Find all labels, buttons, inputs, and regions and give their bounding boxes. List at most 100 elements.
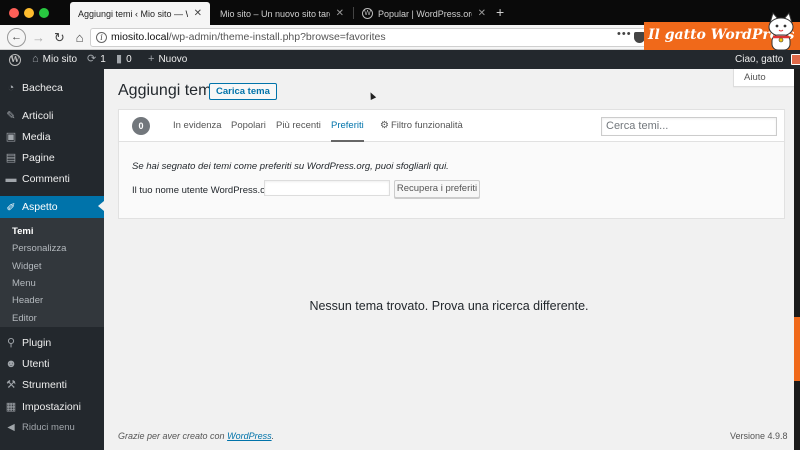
username-label: Il tuo nome utente WordPress.org: xyxy=(132,185,277,196)
sidebar-item-label: Articoli xyxy=(22,109,54,122)
users-icon: ☻ xyxy=(5,357,17,370)
new-tab-button[interactable]: + xyxy=(496,4,504,20)
sidebar-item-label: Utenti xyxy=(22,357,50,370)
fetch-favorites-button[interactable]: Recupera i preferiti xyxy=(394,180,480,198)
info-icon[interactable]: i xyxy=(96,32,107,43)
address-bar[interactable]: i miosito.local/wp-admin/theme-install.p… xyxy=(90,28,650,47)
upload-theme-button[interactable]: Carica tema xyxy=(209,83,277,100)
sidebar-item-users[interactable]: ☻ Utenti xyxy=(0,353,104,374)
sidebar-item-tools[interactable]: ⚒ Strumenti xyxy=(0,374,104,395)
sidebar-item-appearance[interactable]: ✐ Aspetto xyxy=(0,196,104,218)
favorites-panel: Se hai segnato dei temi come preferiti s… xyxy=(118,142,785,219)
window-close-button[interactable] xyxy=(9,8,19,18)
collapse-icon: ◀ xyxy=(7,421,15,433)
sidebar-item-label: Impostazioni xyxy=(22,400,81,413)
sidebar-item-dashboard[interactable]: ◔ Bacheca xyxy=(0,77,104,98)
tab-title: Mio sito – Un nuovo sito targato WordPre… xyxy=(220,8,330,19)
tab-featured[interactable]: In evidenza xyxy=(173,110,222,143)
submenu-item-themes[interactable]: Temi xyxy=(12,226,33,237)
settings-icon: ▦ xyxy=(5,401,17,413)
gear-icon: ⚙ xyxy=(380,120,389,131)
edge-accent xyxy=(794,317,800,381)
sidebar-item-pages[interactable]: ▤ Pagine xyxy=(0,147,104,168)
plugin-icon: ⚲ xyxy=(6,337,16,349)
username-input[interactable] xyxy=(264,180,390,196)
site-name-menu[interactable]: ⌂ Mio sito xyxy=(32,50,77,69)
close-icon[interactable]: ✕ xyxy=(336,8,344,19)
updates-menu[interactable]: ⟳ 1 xyxy=(87,50,106,69)
window-minimize-button[interactable] xyxy=(24,8,34,18)
sidebar-item-settings[interactable]: ▦ Impostazioni xyxy=(0,396,104,417)
submenu-item-editor[interactable]: Editor xyxy=(12,313,37,324)
footer-credits: Grazie per aver creato con WordPress. xyxy=(118,431,275,441)
back-arrow-icon[interactable]: ← xyxy=(7,28,26,47)
avatar xyxy=(791,54,800,65)
home-icon[interactable]: ⌂ xyxy=(70,28,89,47)
tab-favorites[interactable]: Preferiti xyxy=(331,110,364,143)
tab-title: Popular | WordPress.org xyxy=(378,8,472,19)
theme-count-badge: 0 xyxy=(132,117,150,135)
collapse-label: Riduci menu xyxy=(22,421,75,433)
pin-icon: ✎ xyxy=(6,110,16,122)
browser-tab-active[interactable]: Aggiungi temi ‹ Mio sito — WordPress ✕ xyxy=(70,2,210,25)
window-edge xyxy=(794,69,800,450)
submenu-item-menus[interactable]: Menu xyxy=(12,278,36,289)
appearance-submenu: Temi Personalizza Widget Menu Header Edi… xyxy=(0,218,104,327)
sidebar-item-posts[interactable]: ✎ Articoli xyxy=(0,105,104,126)
sidebar-item-plugins[interactable]: ⚲ Plugin xyxy=(0,332,104,353)
submenu-item-header[interactable]: Header xyxy=(12,295,43,306)
window-zoom-button[interactable] xyxy=(39,8,49,18)
no-themes-message: Nessun tema trovato. Prova una ricerca d… xyxy=(309,299,589,313)
my-account-menu[interactable]: Ciao, gatto xyxy=(735,50,800,69)
new-label: Nuovo xyxy=(158,54,188,65)
comments-menu[interactable]: ▮ 0 xyxy=(116,50,132,69)
wordpress-favicon-icon: W xyxy=(362,8,373,19)
updates-count: 1 xyxy=(100,54,106,65)
wordpress-link[interactable]: WordPress xyxy=(227,431,272,441)
feature-filter-button[interactable]: ⚙ Filtro funzionalità xyxy=(380,110,463,143)
media-icon: ▣ xyxy=(5,131,17,143)
forward-arrow-icon[interactable]: → xyxy=(29,28,48,47)
sidebar-item-media[interactable]: ▣ Media xyxy=(0,126,104,147)
sidebar-item-label: Plugin xyxy=(22,336,52,349)
brush-icon: ✐ xyxy=(6,201,16,214)
site-name: Mio sito xyxy=(42,54,78,65)
sidebar-item-comments[interactable]: ▬ Commenti xyxy=(0,168,104,189)
comment-icon: ▮ xyxy=(116,53,123,65)
sidebar-item-label: Bacheca xyxy=(22,81,63,94)
dashboard-icon: ◔ xyxy=(7,81,15,94)
submenu-item-widgets[interactable]: Widget xyxy=(12,261,42,272)
comments-count: 0 xyxy=(126,54,132,65)
tab-latest[interactable]: Più recenti xyxy=(276,110,321,143)
wp-logo-menu[interactable]: W xyxy=(9,50,21,69)
search-themes-input[interactable]: Cerca temi... xyxy=(601,117,777,136)
close-icon[interactable]: ✕ xyxy=(478,8,486,19)
url-host: miosito.local xyxy=(111,31,169,43)
greeting: Ciao, gatto xyxy=(735,54,784,65)
wordpress-logo-icon: W xyxy=(9,53,21,66)
sidebar-item-label: Media xyxy=(22,130,51,143)
theme-filter-bar: 0 In evidenza Popolari Più recenti Prefe… xyxy=(118,109,785,143)
main-content: Aiuto ▼ Aggiungi temi Carica tema 0 In e… xyxy=(104,69,800,450)
version-text: Versione 4.9.8 xyxy=(730,431,788,441)
browser-tab[interactable]: W Popular | WordPress.org ✕ xyxy=(354,2,494,25)
favorites-description: Se hai segnato dei temi come preferiti s… xyxy=(132,161,449,172)
reload-icon[interactable]: ↻ xyxy=(50,28,69,47)
collapse-menu-button[interactable]: ◀ Riduci menu xyxy=(0,418,104,436)
submenu-item-customize[interactable]: Personalizza xyxy=(12,243,66,254)
updates-icon: ⟳ xyxy=(87,53,97,65)
page-actions-icon[interactable]: ••• xyxy=(617,28,632,40)
url-path: /wp-admin/theme-install.php?browse=favor… xyxy=(168,31,386,43)
plus-icon: + xyxy=(148,53,155,65)
wp-admin-bar: W ⌂ Mio sito ⟳ 1 ▮ 0 + Nuovo Ciao, gatto xyxy=(0,50,800,69)
browser-tab[interactable]: Mio sito – Un nuovo sito targato WordPre… xyxy=(212,2,352,25)
sidebar-item-label: Pagine xyxy=(22,151,55,164)
sidebar-item-label: Aspetto xyxy=(22,201,58,213)
tab-popular[interactable]: Popolari xyxy=(231,110,266,143)
new-content-menu[interactable]: + Nuovo xyxy=(148,50,187,69)
close-icon[interactable]: ✕ xyxy=(194,8,202,19)
cat-mascot-icon xyxy=(768,11,794,51)
page-icon: ▤ xyxy=(5,152,17,164)
sidebar-item-label: Strumenti xyxy=(22,378,67,391)
help-tab-button[interactable]: Aiuto ▼ xyxy=(733,69,800,87)
